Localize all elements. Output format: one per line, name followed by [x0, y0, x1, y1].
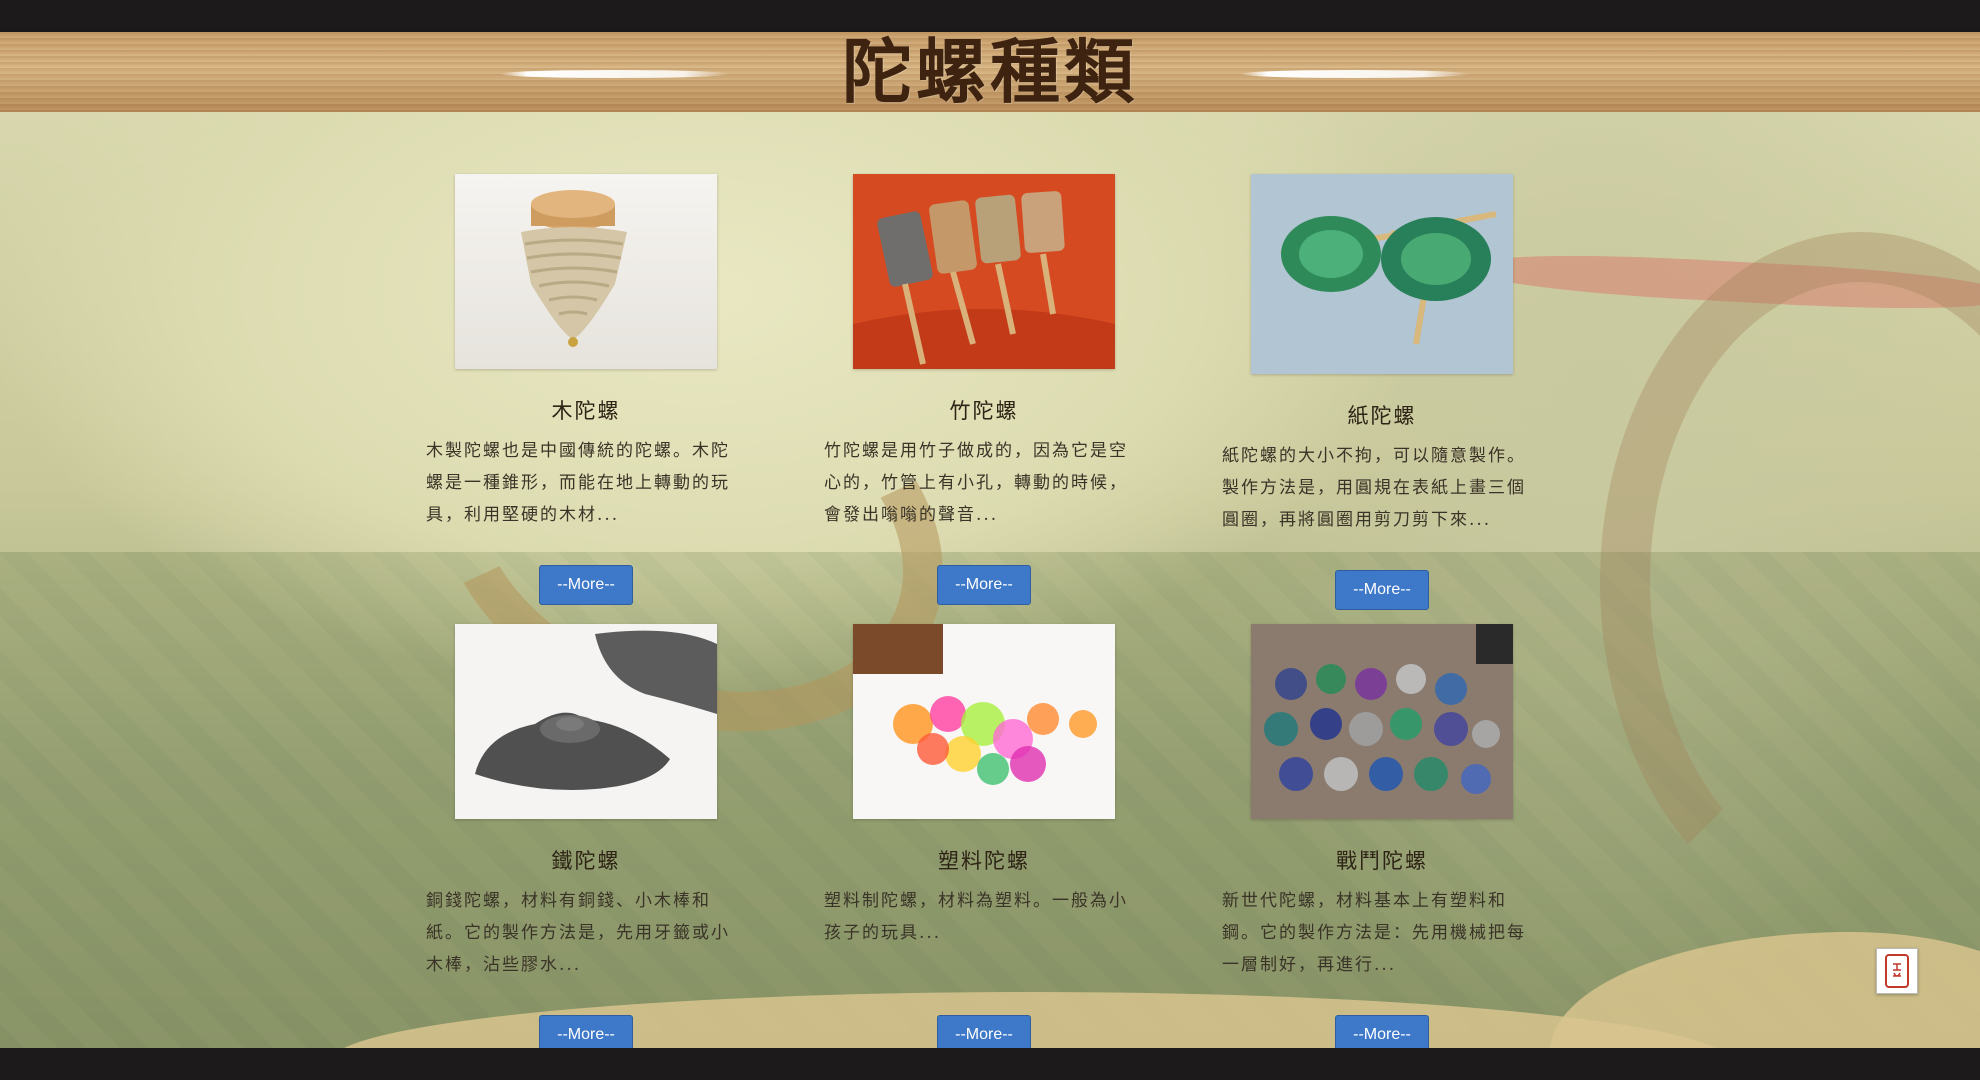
card-plastic-top: 塑料陀螺 塑料制陀螺，材料為塑料。一般為小孩子的玩具... --More-- — [824, 624, 1144, 1055]
red-seal-icon — [1885, 954, 1909, 988]
iron-top-photo[interactable] — [455, 624, 717, 819]
wooden-top-photo[interactable] — [455, 174, 717, 369]
header-banner: 陀螺種類 — [0, 32, 1980, 112]
card-description: 紙陀螺的大小不拘，可以隨意製作。製作方法是，用圓規在表紙上畫三個圓圈，再將圓圈用… — [1222, 446, 1526, 530]
seal-button[interactable] — [1876, 948, 1918, 994]
card-description: 銅錢陀螺，材料有銅錢、小木棒和紙。它的製作方法是，先用牙籤或小木棒，沾些膠水..… — [426, 891, 730, 975]
card-title: 塑料陀螺 — [938, 849, 1030, 873]
bamboo-top-illustration — [853, 174, 1115, 369]
brush-stroke-left — [500, 70, 730, 78]
battle-top-illustration — [1251, 624, 1513, 819]
paper-top-illustration — [1251, 174, 1513, 374]
card-description: 竹陀螺是用竹子做成的，因為它是空心的，竹管上有小孔，轉動的時候，會發出嗡嗡的聲音… — [824, 441, 1128, 525]
battle-top-photo[interactable] — [1251, 624, 1513, 819]
card-title: 竹陀螺 — [949, 399, 1019, 423]
paper-top-photo[interactable] — [1251, 174, 1513, 374]
card-description: 塑料制陀螺，材料為塑料。一般為小孩子的玩具... — [824, 891, 1128, 943]
more-button[interactable]: --More-- — [937, 565, 1031, 605]
plastic-top-illustration — [853, 624, 1097, 785]
bamboo-top-photo[interactable] — [853, 174, 1115, 369]
more-button[interactable]: --More-- — [539, 565, 633, 605]
card-description: 木製陀螺也是中國傳統的陀螺。木陀螺是一種錐形，而能在地上轉動的玩具，利用堅硬的木… — [426, 441, 730, 525]
card-battle-top: 戰鬥陀螺 新世代陀螺，材料基本上有塑料和鋼。它的製作方法是：先用機械把每一層制好… — [1222, 624, 1542, 1055]
seal-glyph — [1893, 963, 1901, 977]
card-iron-top: 鐵陀螺 銅錢陀螺，材料有銅錢、小木棒和紙。它的製作方法是，先用牙籤或小木棒，沾些… — [426, 624, 746, 1055]
iron-top-illustration — [475, 630, 717, 790]
card-description: 新世代陀螺，材料基本上有塑料和鋼。它的製作方法是：先用機械把每一層制好，再進行.… — [1222, 891, 1526, 975]
card-wooden-top: 木陀螺 木製陀螺也是中國傳統的陀螺。木陀螺是一種錐形，而能在地上轉動的玩具，利用… — [426, 174, 746, 605]
more-button[interactable]: --More-- — [1335, 570, 1429, 610]
card-title: 紙陀螺 — [1347, 404, 1417, 428]
plastic-top-photo[interactable] — [853, 624, 1115, 819]
wooden-top-illustration — [521, 190, 627, 347]
bottom-bar — [0, 1048, 1980, 1080]
card-title: 鐵陀螺 — [551, 849, 621, 873]
brush-stroke-right — [1240, 70, 1470, 78]
card-paper-top: 紙陀螺 紙陀螺的大小不拘，可以隨意製作。製作方法是，用圓規在表紙上畫三個圓圈，再… — [1222, 174, 1542, 610]
card-title: 木陀螺 — [551, 399, 621, 423]
card-title: 戰鬥陀螺 — [1336, 849, 1428, 873]
page-title: 陀螺種類 — [842, 30, 1138, 113]
top-bar — [0, 0, 1980, 32]
card-bamboo-top: 竹陀螺 竹陀螺是用竹子做成的，因為它是空心的，竹管上有小孔，轉動的時候，會發出嗡… — [824, 174, 1144, 605]
